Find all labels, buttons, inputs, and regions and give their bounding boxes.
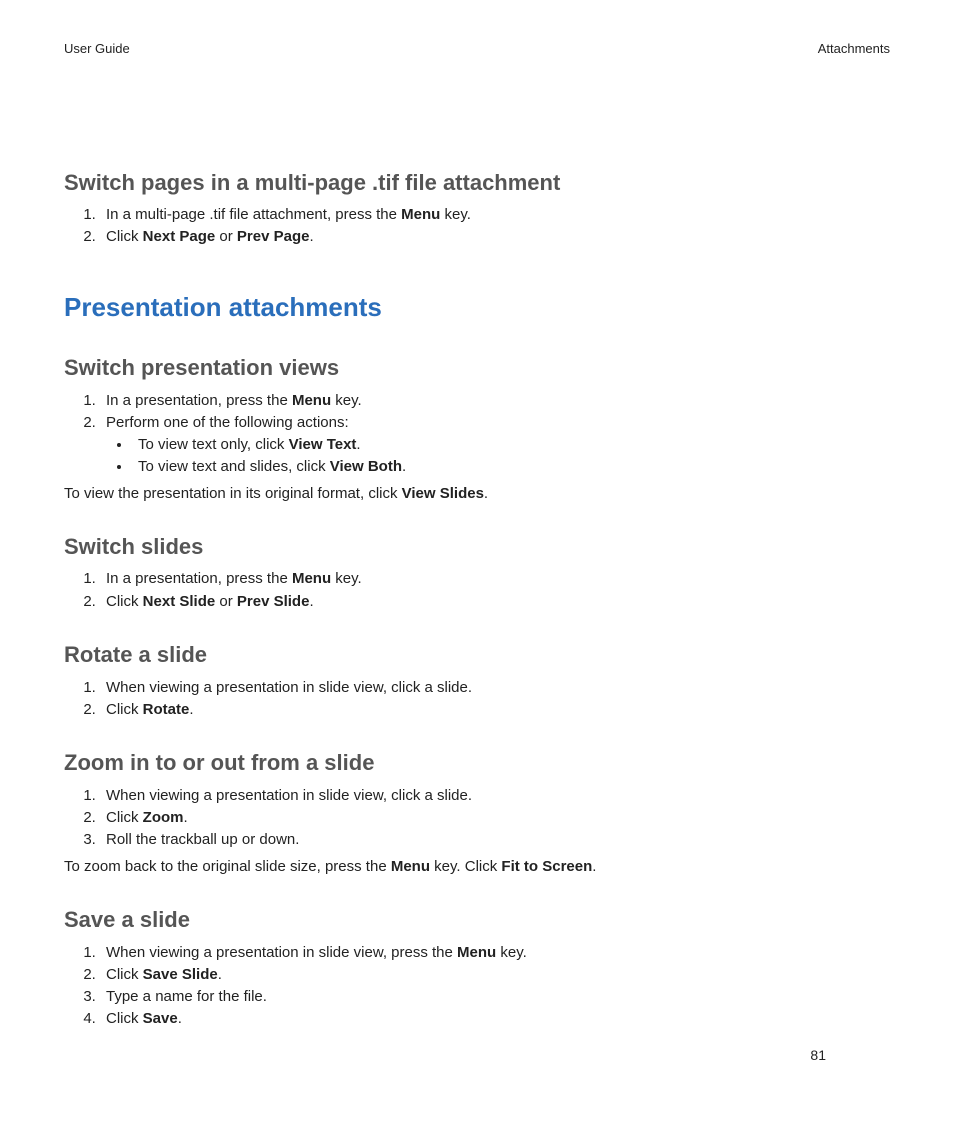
text: In a presentation, press the <box>106 570 292 587</box>
text: In a presentation, press the <box>106 392 292 409</box>
zoom-step-2: Click Zoom. <box>100 808 890 828</box>
zoom-step-1: When viewing a presentation in slide vie… <box>100 786 890 806</box>
bold-text: Save <box>143 1010 178 1027</box>
views-steps: In a presentation, press the Menu key. P… <box>64 391 890 478</box>
text: key. <box>440 206 471 223</box>
text: To view text and slides, click <box>138 458 330 475</box>
views-step-1: In a presentation, press the Menu key. <box>100 391 890 411</box>
text: key. <box>331 392 362 409</box>
bold-text: Zoom <box>143 809 184 826</box>
text: When viewing a presentation in slide vie… <box>106 944 457 961</box>
text: . <box>189 701 193 718</box>
views-bullet-2: To view text and slides, click View Both… <box>132 457 890 477</box>
save-step-1: When viewing a presentation in slide vie… <box>100 943 890 963</box>
views-bullets: To view text only, click View Text. To v… <box>106 435 890 478</box>
text: . <box>484 485 488 502</box>
switch-slides-steps: In a presentation, press the Menu key. C… <box>64 569 890 612</box>
bold-text: Prev Slide <box>237 593 310 610</box>
text: To zoom back to the original slide size,… <box>64 858 391 875</box>
text: . <box>309 228 313 245</box>
rotate-steps: When viewing a presentation in slide vie… <box>64 678 890 721</box>
views-para: To view the presentation in its original… <box>64 484 890 504</box>
text: . <box>592 858 596 875</box>
bold-text: Fit to Screen <box>501 858 592 875</box>
heading-rotate: Rotate a slide <box>64 640 890 670</box>
switch-slides-step-1: In a presentation, press the Menu key. <box>100 569 890 589</box>
bold-text: View Text <box>289 436 357 453</box>
zoom-step-3: Roll the trackball up or down. <box>100 830 890 850</box>
save-step-3: Type a name for the file. <box>100 987 890 1007</box>
text: Click <box>106 1010 143 1027</box>
switch-slides-step-2: Click Next Slide or Prev Slide. <box>100 592 890 612</box>
text: Click <box>106 701 143 718</box>
bold-text: View Slides <box>402 485 484 502</box>
text: In a multi-page .tif file attachment, pr… <box>106 206 401 223</box>
bold-text: Menu <box>292 392 331 409</box>
bold-text: Rotate <box>143 701 190 718</box>
text: . <box>218 966 222 983</box>
heading-views: Switch presentation views <box>64 353 890 383</box>
text: or <box>215 593 237 610</box>
bold-text: Menu <box>401 206 440 223</box>
header-right: Attachments <box>818 40 890 58</box>
text: . <box>402 458 406 475</box>
header-left: User Guide <box>64 40 130 58</box>
text: Click <box>106 228 143 245</box>
bold-text: Prev Page <box>237 228 310 245</box>
tif-step-2: Click Next Page or Prev Page. <box>100 227 890 247</box>
page-number: 81 <box>810 1046 826 1065</box>
text: To view the presentation in its original… <box>64 485 402 502</box>
text: Click <box>106 809 143 826</box>
views-step-2: Perform one of the following actions: To… <box>100 413 890 478</box>
bold-text: Menu <box>292 570 331 587</box>
text: key. Click <box>430 858 501 875</box>
text: . <box>356 436 360 453</box>
zoom-steps: When viewing a presentation in slide vie… <box>64 786 890 851</box>
bold-text: Menu <box>391 858 430 875</box>
views-bullet-1: To view text only, click View Text. <box>132 435 890 455</box>
bold-text: Next Slide <box>143 593 216 610</box>
text: . <box>178 1010 182 1027</box>
tif-steps: In a multi-page .tif file attachment, pr… <box>64 205 890 248</box>
tif-step-1: In a multi-page .tif file attachment, pr… <box>100 205 890 225</box>
text: Click <box>106 966 143 983</box>
text: Click <box>106 593 143 610</box>
rotate-step-1: When viewing a presentation in slide vie… <box>100 678 890 698</box>
text: . <box>184 809 188 826</box>
save-steps: When viewing a presentation in slide vie… <box>64 943 890 1030</box>
rotate-step-2: Click Rotate. <box>100 700 890 720</box>
text: Perform one of the following actions: <box>106 414 349 431</box>
text: . <box>309 593 313 610</box>
save-step-2: Click Save Slide. <box>100 965 890 985</box>
zoom-para: To zoom back to the original slide size,… <box>64 857 890 877</box>
heading-tif: Switch pages in a multi-page .tif file a… <box>64 168 890 198</box>
text: key. <box>496 944 527 961</box>
heading-save: Save a slide <box>64 905 890 935</box>
heading-switch-slides: Switch slides <box>64 532 890 562</box>
heading-zoom: Zoom in to or out from a slide <box>64 748 890 778</box>
text: or <box>215 228 237 245</box>
save-step-4: Click Save. <box>100 1009 890 1029</box>
heading-chapter: Presentation attachments <box>64 290 890 325</box>
bold-text: Menu <box>457 944 496 961</box>
text: To view text only, click <box>138 436 289 453</box>
bold-text: Save Slide <box>143 966 218 983</box>
text: key. <box>331 570 362 587</box>
bold-text: View Both <box>330 458 402 475</box>
bold-text: Next Page <box>143 228 216 245</box>
